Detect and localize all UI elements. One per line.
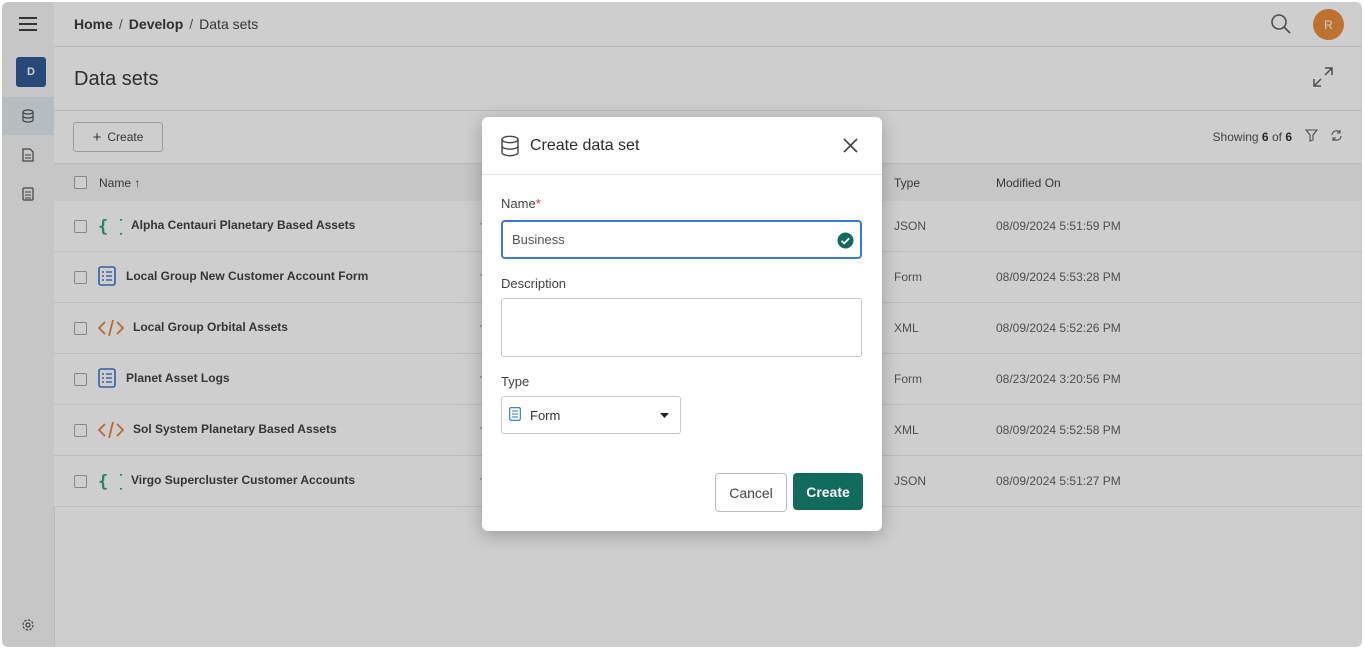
close-icon[interactable] — [843, 138, 858, 153]
cancel-button[interactable]: Cancel — [715, 473, 787, 512]
type-field-label: Type — [501, 374, 530, 389]
create-data-set-dialog: Create data set Name* Description Type F… — [482, 117, 882, 531]
name-label-text: Name — [501, 196, 536, 211]
required-marker: * — [535, 196, 541, 211]
name-field-label: Name* — [501, 196, 541, 211]
valid-check-icon — [837, 232, 854, 249]
dialog-title: Create data set — [530, 137, 640, 154]
name-input[interactable] — [501, 220, 862, 259]
caret-down-icon — [660, 413, 669, 418]
dialog-header: Create data set — [482, 117, 882, 175]
description-field-label: Description — [501, 276, 567, 291]
database-icon — [501, 135, 519, 157]
description-textarea[interactable] — [501, 298, 862, 357]
form-icon — [509, 407, 521, 421]
create-button[interactable]: Create — [793, 473, 863, 510]
type-select[interactable]: Form — [501, 396, 681, 434]
type-select-value: Form — [530, 408, 561, 423]
app-window: D Home / Develop / Data sets R Data sets — [2, 2, 1362, 647]
